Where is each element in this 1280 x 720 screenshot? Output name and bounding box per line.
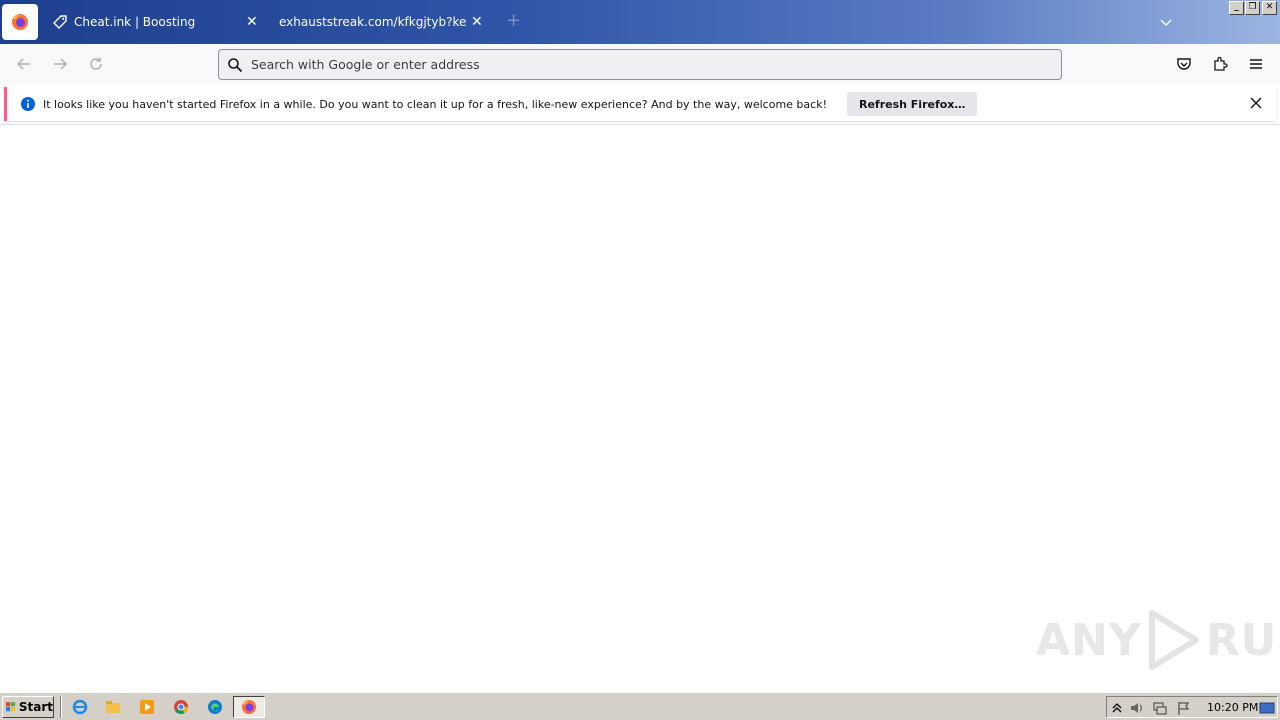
close-tab-icon[interactable]: ✕ bbox=[471, 15, 483, 29]
chrome-icon[interactable] bbox=[172, 698, 190, 716]
system-tray: 10:20 PM bbox=[1106, 696, 1278, 718]
navigation-toolbar bbox=[0, 44, 1280, 84]
start-button[interactable]: Start bbox=[2, 696, 54, 718]
start-label: Start bbox=[18, 700, 53, 714]
firefox-icon bbox=[12, 14, 28, 30]
tab-exhauststreak[interactable]: exhauststreak.com/kfkgjtyb?key=343f ✕ bbox=[279, 4, 494, 40]
notification-message: It looks like you haven't started Firefo… bbox=[43, 97, 827, 111]
anyrun-watermark: ANY RUN bbox=[1036, 608, 1280, 672]
search-icon bbox=[228, 57, 243, 72]
tab-strip: Cheat.ink | Boosting ✕ exhauststreak.com… bbox=[0, 0, 1280, 44]
menu-icon[interactable] bbox=[1246, 54, 1266, 74]
close-tab-icon[interactable]: ✕ bbox=[246, 15, 258, 29]
explorer-icon[interactable] bbox=[104, 698, 122, 716]
clock[interactable]: 10:20 PM bbox=[1207, 701, 1258, 714]
tab-cheat-ink[interactable]: Cheat.ink | Boosting ✕ bbox=[52, 4, 267, 40]
minimize-button[interactable]: _ bbox=[1229, 1, 1244, 15]
watermark-left: ANY bbox=[1036, 614, 1142, 666]
firefox-icon bbox=[241, 699, 257, 715]
taskbar-separator bbox=[60, 696, 62, 718]
window-close-button[interactable]: ✕ bbox=[1262, 1, 1277, 15]
edge-icon[interactable] bbox=[206, 698, 224, 716]
back-icon[interactable] bbox=[14, 54, 34, 74]
info-icon bbox=[21, 97, 35, 111]
ie-icon[interactable] bbox=[71, 698, 89, 716]
extensions-icon[interactable] bbox=[1210, 54, 1230, 74]
page-content bbox=[0, 125, 1280, 692]
tag-icon bbox=[53, 15, 67, 29]
refresh-firefox-button[interactable]: Refresh Firefox… bbox=[846, 92, 978, 116]
speaker-icon[interactable] bbox=[1129, 700, 1145, 716]
show-desktop-icon[interactable] bbox=[1259, 700, 1275, 716]
notification-bar: It looks like you haven't started Firefo… bbox=[4, 87, 1276, 121]
search-input[interactable] bbox=[251, 57, 1031, 72]
address-bar[interactable] bbox=[218, 49, 1062, 80]
taskbar-firefox-button[interactable] bbox=[233, 696, 265, 718]
media-player-icon[interactable] bbox=[138, 698, 156, 716]
network-icon[interactable] bbox=[1152, 700, 1168, 716]
watermark-right: RUN bbox=[1205, 614, 1280, 666]
close-icon[interactable] bbox=[1250, 97, 1262, 109]
new-tab-button[interactable]: + bbox=[506, 12, 521, 30]
forward-icon[interactable] bbox=[50, 54, 70, 74]
chevron-down-icon[interactable] bbox=[1158, 14, 1174, 30]
firefox-view-button[interactable] bbox=[2, 4, 38, 40]
restore-button[interactable]: ❐ bbox=[1245, 1, 1260, 15]
show-hidden-icons-icon[interactable] bbox=[1109, 700, 1125, 716]
tab-title: Cheat.ink | Boosting bbox=[74, 15, 196, 29]
play-logo-icon bbox=[1148, 610, 1199, 670]
tab-title: exhauststreak.com/kfkgjtyb?key=343f bbox=[279, 15, 467, 29]
pocket-icon[interactable] bbox=[1174, 54, 1194, 74]
taskbar: Start 10:20 PM bbox=[0, 692, 1280, 720]
reload-icon[interactable] bbox=[86, 54, 106, 74]
windows-logo-icon bbox=[6, 702, 16, 712]
flag-icon[interactable] bbox=[1176, 700, 1192, 716]
